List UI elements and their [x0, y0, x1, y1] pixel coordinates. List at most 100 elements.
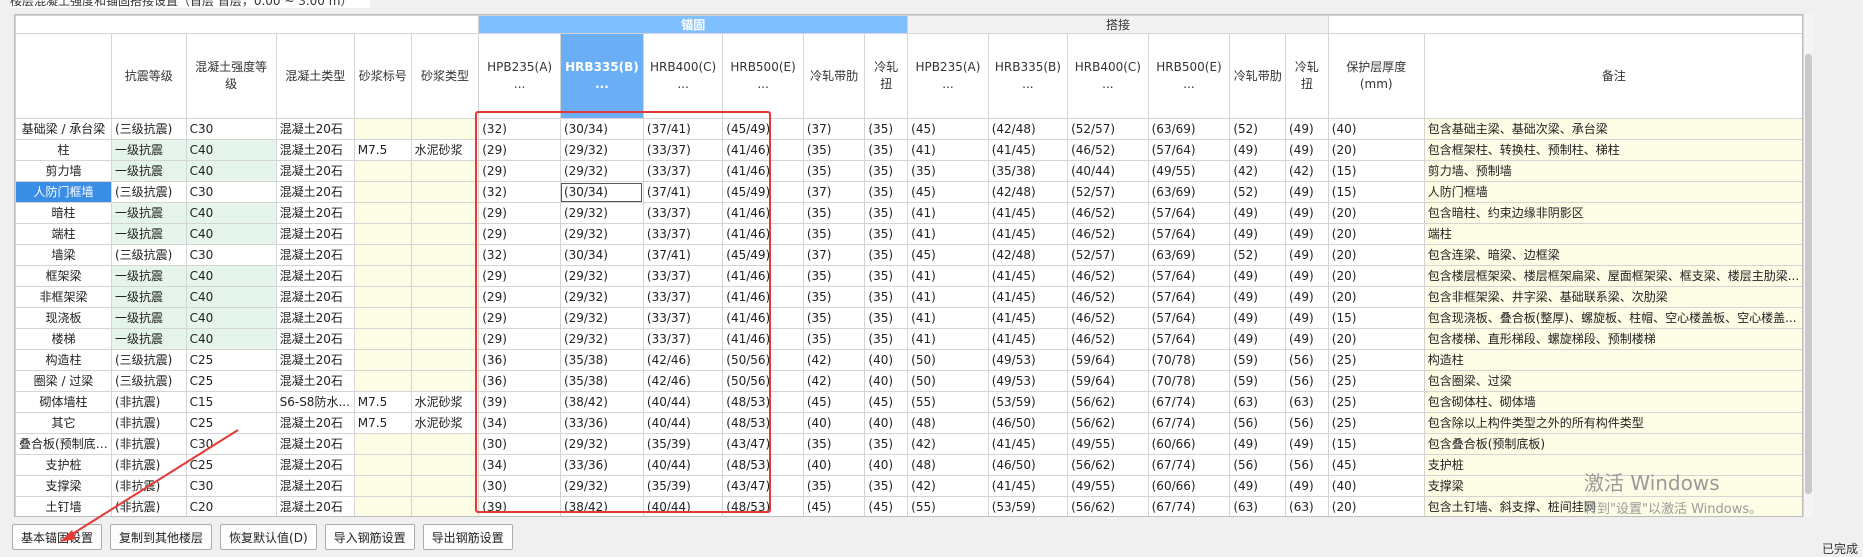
cell-remarks[interactable]: 包含砌体柱、砌体墙 — [1423, 391, 1802, 413]
cell-concrete-grade[interactable]: C15 — [185, 391, 277, 413]
cell-lap-hrb400[interactable]: (59/64) — [1067, 370, 1149, 392]
cell-lap-hrb500[interactable]: (63/69) — [1147, 244, 1231, 266]
cell-anchor-hpb235[interactable]: (36) — [478, 349, 561, 371]
cell-remarks[interactable]: 包含除以上构件类型之外的所有构件类型 — [1423, 412, 1802, 434]
cell-anchor-cold-rolled-twisted[interactable]: (40) — [864, 412, 909, 434]
cell-mortar-grade[interactable] — [353, 118, 412, 140]
cell-lap-cold-rolled-ribbed[interactable]: (49) — [1229, 139, 1287, 161]
cell-seismic-grade[interactable]: (非抗震) — [110, 475, 187, 497]
column-header-mortar-type[interactable]: 砂浆类型 — [410, 33, 480, 119]
cell-lap-hrb335[interactable]: (42/48) — [987, 118, 1069, 140]
cell-anchor-hrb500[interactable]: (41/46) — [722, 307, 804, 329]
cell-anchor-cold-rolled-ribbed[interactable]: (35) — [802, 160, 866, 182]
cell-anchor-hrb500[interactable]: (41/46) — [722, 202, 804, 224]
cell-lap-hpb235[interactable]: (48) — [907, 454, 989, 476]
cell-anchor-hpb235[interactable]: (30) — [478, 433, 561, 455]
cell-anchor-hrb400[interactable]: (33/37) — [642, 328, 724, 350]
cell-anchor-hpb235[interactable]: (29) — [478, 307, 561, 329]
cell-lap-hrb335[interactable]: (41/45) — [987, 433, 1069, 455]
cell-anchor-hrb335[interactable]: (29/32) — [559, 475, 644, 497]
cell-anchor-hpb235[interactable]: (32) — [478, 244, 561, 266]
cell-concrete-type[interactable]: 混凝土20石 — [275, 139, 355, 161]
cell-lap-hrb500[interactable]: (49/55) — [1147, 160, 1231, 182]
column-header-lap-hrb500[interactable]: HRB500(E) ... — [1147, 33, 1231, 119]
table-row[interactable]: 柱一级抗震 C40 混凝土20石 M7.5 水泥砂浆 (29) (29/32) (33/37)… — [15, 139, 1802, 161]
cell-lap-cold-rolled-ribbed[interactable]: (52) — [1229, 244, 1287, 266]
cell-mortar-grade[interactable]: M7.5 — [353, 391, 412, 413]
cell-remarks[interactable]: 包含现浇板、叠合板(整厚)、螺旋板、柱帽、空心楼盖板、空心楼盖... — [1423, 307, 1802, 329]
cell-anchor-hrb500[interactable]: (45/49) — [722, 181, 804, 203]
cell-lap-hrb400[interactable]: (56/62) — [1067, 496, 1149, 516]
cell-lap-hrb500[interactable]: (57/64) — [1147, 223, 1231, 245]
cell-anchor-hrb335[interactable]: (29/32) — [559, 328, 644, 350]
cell-cover-thickness[interactable]: (20) — [1327, 265, 1425, 287]
cell-remarks[interactable]: 包含叠合板(预制底板) — [1423, 433, 1802, 455]
cell-lap-hrb500[interactable]: (57/64) — [1147, 307, 1231, 329]
cell-cover-thickness[interactable]: (20) — [1327, 328, 1425, 350]
cell-anchor-hrb500[interactable]: (48/53) — [722, 454, 804, 476]
cell-anchor-hrb500[interactable]: (50/56) — [722, 370, 804, 392]
cell-seismic-grade[interactable]: (三级抗震) — [110, 244, 187, 266]
cell-mortar-type[interactable] — [410, 307, 480, 329]
table-row[interactable]: 砌体墙柱 (非抗震) C15 S6-S8防水... M7.5 水泥砂浆 (39) (38/42… — [15, 391, 1802, 413]
cell-anchor-cold-rolled-ribbed[interactable]: (42) — [802, 349, 866, 371]
cell-anchor-hrb400[interactable]: (37/41) — [642, 244, 724, 266]
cell-anchor-hrb500[interactable]: (50/56) — [722, 349, 804, 371]
cell-lap-hpb235[interactable]: (42) — [907, 433, 989, 455]
cell-anchor-hrb335[interactable]: (29/32) — [559, 139, 644, 161]
cell-mortar-type[interactable] — [410, 496, 480, 516]
cell-anchor-hrb500[interactable]: (45/49) — [722, 118, 804, 140]
cell-remarks[interactable]: 支护桩 — [1423, 454, 1802, 476]
cell-lap-cold-rolled-ribbed[interactable]: (59) — [1229, 370, 1287, 392]
cell-lap-hrb400[interactable]: (46/52) — [1067, 328, 1149, 350]
cell-concrete-grade[interactable]: C40 — [185, 202, 277, 224]
cell-lap-hrb400[interactable]: (52/57) — [1067, 181, 1149, 203]
cell-concrete-grade[interactable]: C30 — [185, 475, 277, 497]
cell-cover-thickness[interactable]: (15) — [1327, 307, 1425, 329]
cell-anchor-cold-rolled-ribbed[interactable]: (40) — [802, 412, 866, 434]
cell-lap-hrb335[interactable]: (46/50) — [987, 412, 1069, 434]
cell-concrete-grade[interactable]: C25 — [185, 349, 277, 371]
cell-concrete-grade[interactable]: C40 — [185, 160, 277, 182]
cell-remarks[interactable]: 包含框架柱、转换柱、预制柱、梯柱 — [1423, 139, 1802, 161]
cell-anchor-hrb400[interactable]: (33/37) — [642, 160, 724, 182]
cell-mortar-type[interactable] — [410, 181, 480, 203]
cell-anchor-hrb335[interactable]: (30/34) — [559, 244, 644, 266]
cell-cover-thickness[interactable]: (15) — [1327, 181, 1425, 203]
cell-lap-cold-rolled-twisted[interactable]: (56) — [1285, 454, 1329, 476]
cell-cover-thickness[interactable]: (40) — [1327, 475, 1425, 497]
cell-anchor-hrb400[interactable]: (33/37) — [642, 202, 724, 224]
cell-lap-hrb500[interactable]: (57/64) — [1147, 202, 1231, 224]
cell-concrete-grade[interactable]: C20 — [185, 496, 277, 516]
cell-lap-hrb400[interactable]: (56/62) — [1067, 454, 1149, 476]
cell-anchor-hrb335[interactable]: (29/32) — [559, 265, 644, 287]
cell-remarks[interactable]: 剪力墙、预制墙 — [1423, 160, 1802, 182]
cell-seismic-grade[interactable]: 一级抗震 — [110, 223, 187, 245]
cell-anchor-hrb400[interactable]: (33/37) — [642, 223, 724, 245]
cell-seismic-grade[interactable]: (三级抗震) — [110, 349, 187, 371]
cell-lap-hrb400[interactable]: (46/52) — [1067, 265, 1149, 287]
cell-lap-cold-rolled-twisted[interactable]: (49) — [1285, 181, 1329, 203]
cell-anchor-hpb235[interactable]: (29) — [478, 202, 561, 224]
table-row[interactable]: 支护桩 (非抗震) C25 混凝土20石 (34) (33/36) (40/44) (48/5… — [15, 454, 1802, 476]
cell-anchor-hrb335[interactable]: (35/38) — [559, 370, 644, 392]
cell-anchor-cold-rolled-twisted[interactable]: (35) — [864, 181, 909, 203]
cell-lap-cold-rolled-twisted[interactable]: (42) — [1285, 160, 1329, 182]
cell-lap-hrb500[interactable]: (67/74) — [1147, 454, 1231, 476]
cell-lap-hrb335[interactable]: (49/53) — [987, 370, 1069, 392]
cell-remarks[interactable]: 包含楼梯、直形梯段、螺旋梯段、预制楼梯 — [1423, 328, 1802, 350]
cell-anchor-cold-rolled-ribbed[interactable]: (45) — [802, 496, 866, 516]
cell-lap-hrb400[interactable]: (52/57) — [1067, 244, 1149, 266]
table-row[interactable]: 端柱 一级抗震 C40 混凝土20石 (29) (29/32) (33/37) (41/46)… — [15, 223, 1802, 245]
cell-cover-thickness[interactable]: (25) — [1327, 349, 1425, 371]
cell-lap-cold-rolled-twisted[interactable]: (49) — [1285, 223, 1329, 245]
column-header-row-name[interactable] — [15, 33, 112, 119]
cell-lap-hrb335[interactable]: (41/45) — [987, 202, 1069, 224]
cell-concrete-type[interactable]: 混凝土20石 — [275, 328, 355, 350]
cell-anchor-hpb235[interactable]: (34) — [478, 412, 561, 434]
cell-lap-hrb500[interactable]: (63/69) — [1147, 118, 1231, 140]
cell-remarks[interactable]: 包含暗柱、约束边缘非阴影区 — [1423, 202, 1802, 224]
cell-anchor-cold-rolled-ribbed[interactable]: (35) — [802, 286, 866, 308]
column-header-mortar-grade[interactable]: 砂浆标号 — [353, 33, 412, 119]
cell-lap-hrb500[interactable]: (57/64) — [1147, 328, 1231, 350]
